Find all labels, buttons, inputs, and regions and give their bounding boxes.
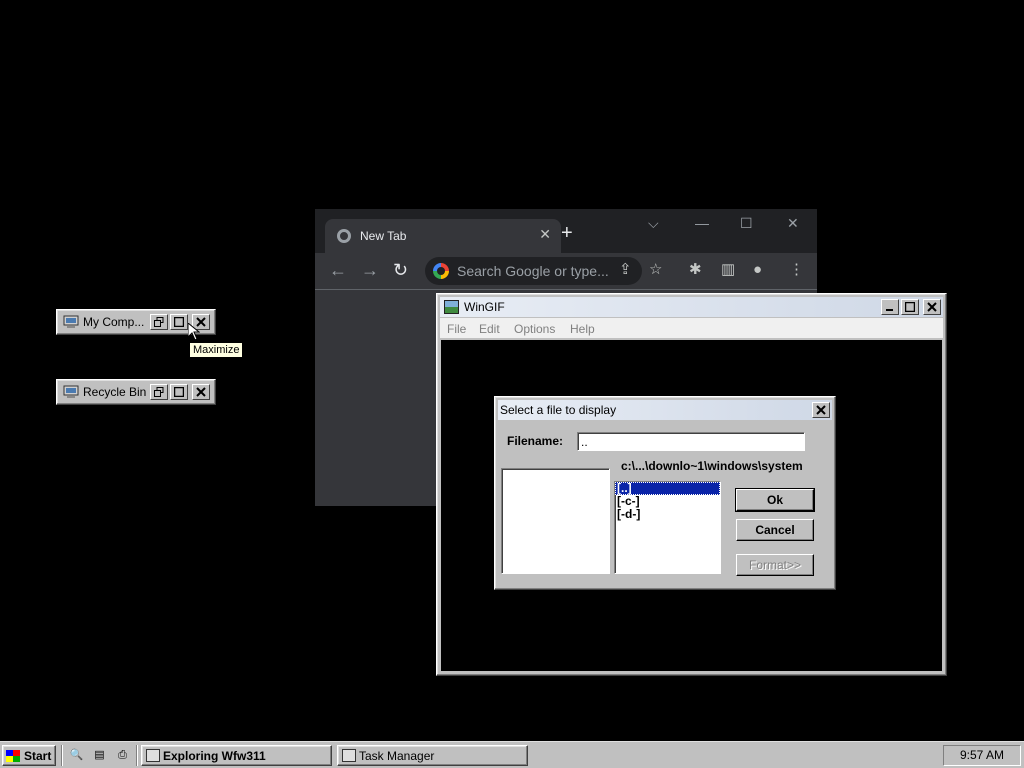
menu-help[interactable]: Help <box>570 322 595 336</box>
star-icon[interactable]: ☆ <box>649 262 662 278</box>
minimize-icon <box>886 309 893 311</box>
dialog-close-button[interactable] <box>812 402 830 418</box>
menu-edit[interactable]: Edit <box>479 322 500 336</box>
close-button[interactable] <box>923 299 941 315</box>
task-manager-icon <box>342 749 356 762</box>
chrome-icon <box>337 229 351 243</box>
minimize-button[interactable] <box>881 299 899 315</box>
restore-button[interactable] <box>150 384 168 400</box>
minimize-icon[interactable]: — <box>695 215 709 231</box>
task-label: Exploring Wfw311 <box>163 749 266 763</box>
task-exploring-wfw311[interactable]: Exploring Wfw311 <box>141 745 332 766</box>
restore-icon <box>154 387 164 397</box>
tab-close-icon[interactable]: ✕ <box>539 226 551 243</box>
wingif-titlebar[interactable]: WinGIF <box>440 297 943 317</box>
restore-icon <box>154 317 164 327</box>
wingif-menubar: File Edit Options Help <box>440 318 943 338</box>
menu-options[interactable]: Options <box>514 322 555 336</box>
cancel-button[interactable]: Cancel <box>736 519 814 541</box>
recycle-bin-minimized[interactable]: Recycle Bin <box>56 379 216 405</box>
tab-search-icon[interactable]: ⌵ <box>648 215 659 232</box>
maximize-icon <box>905 302 915 312</box>
start-button[interactable]: Start <box>2 745 56 766</box>
chrome-tab-strip: New Tab ✕ + ⌵ — ☐ ✕ <box>315 209 817 253</box>
close-icon <box>927 302 937 312</box>
maximize-icon <box>174 387 184 397</box>
filename-label: Filename: <box>507 434 564 448</box>
menu-icon[interactable]: ⋮ <box>789 262 804 278</box>
system-tray-clock[interactable]: 9:57 AM <box>943 745 1021 766</box>
dialog-titlebar[interactable]: Select a file to display <box>498 400 832 420</box>
forward-icon[interactable]: → <box>361 261 379 279</box>
explorer-icon <box>146 749 160 762</box>
menu-file[interactable]: File <box>447 322 466 336</box>
filename-input[interactable]: .. <box>577 432 805 451</box>
ok-button[interactable]: Ok <box>735 488 815 512</box>
recycle-bin-icon <box>63 385 79 399</box>
reload-icon[interactable]: ↻ <box>393 261 408 279</box>
notepad-quick-icon[interactable]: ▤ <box>91 747 108 764</box>
chrome-tab-new-tab[interactable]: New Tab ✕ <box>325 219 561 253</box>
list-item[interactable]: [-d-] <box>615 508 720 521</box>
explorer-quick-icon[interactable]: 🔍 <box>68 747 85 764</box>
task-task-manager[interactable]: Task Manager <box>337 745 528 766</box>
format-button[interactable]: Format>> <box>736 554 814 576</box>
maximize-icon <box>174 317 184 327</box>
dialog-title: Select a file to display <box>500 403 617 417</box>
taskbar: Start 🔍 ▤ ⎙ Exploring Wfw311 Task Manage… <box>0 741 1024 768</box>
close-icon[interactable]: ✕ <box>787 215 799 232</box>
maximize-tooltip: Maximize <box>189 342 244 358</box>
maximize-button[interactable] <box>901 299 919 315</box>
windows-logo-icon <box>6 750 20 762</box>
share-icon[interactable]: ⇪ <box>619 262 632 278</box>
google-icon <box>433 263 449 279</box>
back-icon[interactable]: ← <box>329 261 347 279</box>
tab-title: New Tab <box>360 229 407 243</box>
wingif-title: WinGIF <box>464 300 505 314</box>
maximize-button[interactable] <box>170 314 188 330</box>
chrome-toolbar: ← → ↻ Search Google or type... ⇪ ☆ ✱ ▥ ●… <box>315 253 817 289</box>
current-path: c:\...\downlo~1\windows\system <box>621 459 803 473</box>
taskbar-separator <box>61 745 63 766</box>
wingif-app-icon <box>444 300 459 314</box>
extensions-icon[interactable]: ✱ <box>689 262 702 278</box>
close-button[interactable] <box>192 384 210 400</box>
task-label: Task Manager <box>359 749 435 763</box>
computer-icon <box>63 315 79 329</box>
maximize-icon[interactable]: ☐ <box>740 215 753 232</box>
profile-icon[interactable]: ● <box>753 262 762 278</box>
mouse-cursor-icon <box>188 323 200 341</box>
close-icon <box>196 387 206 397</box>
my-computer-label: My Comp... <box>83 315 145 329</box>
recycle-bin-label: Recycle Bin <box>83 385 147 399</box>
omnibox-placeholder: Search Google or type... <box>457 263 609 279</box>
printer-quick-icon[interactable]: ⎙ <box>114 747 131 764</box>
select-file-dialog: Select a file to display Filename: .. c:… <box>494 396 836 590</box>
directory-list[interactable]: [..] [-c-] [-d-] <box>614 481 721 574</box>
new-tab-icon[interactable]: + <box>561 223 573 243</box>
restore-button[interactable] <box>150 314 168 330</box>
file-list[interactable] <box>501 468 610 574</box>
omnibox[interactable]: Search Google or type... <box>425 257 642 285</box>
side-panel-icon[interactable]: ▥ <box>721 262 735 278</box>
maximize-button[interactable] <box>170 384 188 400</box>
taskbar-separator <box>136 745 138 766</box>
close-icon <box>816 405 826 415</box>
start-label: Start <box>24 749 52 763</box>
